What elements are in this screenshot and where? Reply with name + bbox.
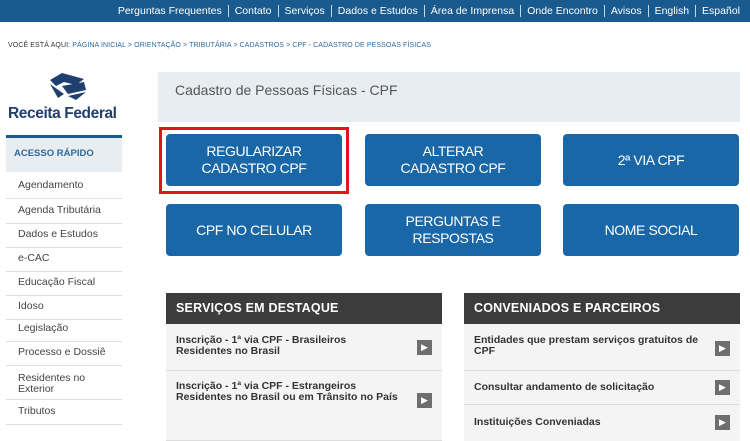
servicos-panel-heading: SERVIÇOS EM DESTAQUE	[166, 293, 442, 324]
page-title: Cadastro de Pessoas Físicas - CPF	[175, 82, 398, 98]
sidebar-item-dados-e-estudos[interactable]: Dados e Estudos	[6, 229, 122, 248]
conveniados-row[interactable]: Consultar andamento de solicitação ▶	[464, 371, 740, 405]
nav-onde-encontro[interactable]: Onde Encontro	[521, 5, 604, 17]
conveniados-row-text: Entidades que prestam serviços gratuitos…	[474, 334, 699, 357]
perguntas-e-respostas-label: PERGUNTAS E RESPOSTAS	[405, 213, 501, 246]
nome-social-button[interactable]: NOME SOCIAL	[563, 204, 739, 256]
sidebar-item-legislacao[interactable]: Legislação	[6, 323, 122, 342]
segunda-via-cpf-label: 2ª VIA CPF	[617, 151, 685, 168]
cpf-no-celular-label: CPF NO CELULAR	[196, 221, 312, 238]
sidebar-heading: ACESSO RÁPIDO	[6, 138, 122, 172]
nome-social-label: NOME SOCIAL	[604, 221, 698, 238]
servicos-row-text: Inscrição - 1ª via CPF - Brasileiros Res…	[176, 334, 347, 357]
sidebar-item-processo-e-dossie[interactable]: Processo e Dossiê	[6, 347, 122, 366]
sidebar-item-e-cac[interactable]: e-CAC	[6, 253, 122, 272]
nav-english[interactable]: English	[649, 5, 695, 17]
chevron-right-icon[interactable]: ▶	[715, 341, 730, 356]
servicos-row[interactable]: Inscrição - 1ª via CPF - Brasileiros Res…	[166, 324, 442, 371]
chevron-right-icon[interactable]: ▶	[715, 415, 730, 430]
alterar-cadastro-button[interactable]: ALTERAR CADASTRO CPF	[365, 134, 541, 186]
segunda-via-cpf-button[interactable]: 2ª VIA CPF	[563, 134, 739, 186]
chevron-right-icon[interactable]: ▶	[417, 393, 432, 408]
top-nav-menu: Perguntas Frequentes Contato Serviços Da…	[112, 0, 746, 22]
breadcrumb-lead: VOCÊ ESTÁ AQUI:	[8, 42, 71, 49]
sidebar-item-residentes-no-exterior[interactable]: Residentes no Exterior	[6, 373, 122, 400]
nav-perguntas-frequentes[interactable]: Perguntas Frequentes	[112, 5, 228, 17]
nav-espanol[interactable]: Español	[696, 5, 746, 17]
sidebar-item-idoso[interactable]: Idoso	[6, 301, 122, 320]
servicos-row[interactable]: Inscrição - 1ª via CPF - Estrangeiros Re…	[166, 371, 442, 441]
conveniados-row-text: Consultar andamento de solicitação	[474, 381, 655, 393]
highlight-frame	[159, 127, 349, 194]
top-navigation-bar: Perguntas Frequentes Contato Serviços Da…	[0, 0, 750, 22]
chevron-right-icon[interactable]: ▶	[715, 380, 730, 395]
cpf-no-celular-button[interactable]: CPF NO CELULAR	[166, 204, 342, 256]
sidebar-item-agendamento[interactable]: Agendamento	[6, 180, 122, 199]
perguntas-e-respostas-button[interactable]: PERGUNTAS E RESPOSTAS	[365, 204, 541, 256]
conveniados-row[interactable]: Entidades que prestam serviços gratuitos…	[464, 324, 740, 371]
breadcrumb: VOCÊ ESTÁ AQUI: PÁGINA INICIAL > ORIENTA…	[8, 42, 431, 49]
conveniados-panel-heading: CONVENIADOS E PARCEIROS	[464, 293, 740, 324]
nav-dados-e-estudos[interactable]: Dados e Estudos	[332, 5, 424, 17]
alterar-cadastro-label: ALTERAR CADASTRO CPF	[400, 143, 506, 176]
nav-avisos[interactable]: Avisos	[605, 5, 648, 17]
nav-servicos[interactable]: Serviços	[279, 5, 331, 17]
servicos-row-text: Inscrição - 1ª via CPF - Estrangeiros Re…	[176, 380, 398, 403]
chevron-right-icon[interactable]: ▶	[417, 340, 432, 355]
nav-area-de-imprensa[interactable]: Área de Imprensa	[425, 5, 520, 17]
logo-wordmark: Receita Federal	[8, 105, 117, 122]
conveniados-row[interactable]: Instituições Conveniadas ▶	[464, 405, 740, 441]
sidebar-item-educacao-fiscal[interactable]: Educação Fiscal	[6, 277, 122, 296]
sidebar-item-tributos[interactable]: Tributos	[6, 406, 122, 425]
sidebar-item-agenda-tributaria[interactable]: Agenda Tributária	[6, 205, 122, 224]
nav-contato[interactable]: Contato	[229, 5, 278, 17]
conveniados-row-text: Instituições Conveniadas	[474, 416, 601, 428]
breadcrumb-path[interactable]: PÁGINA INICIAL > ORIENTAÇÃO > TRIBUTÁRIA…	[72, 42, 431, 49]
